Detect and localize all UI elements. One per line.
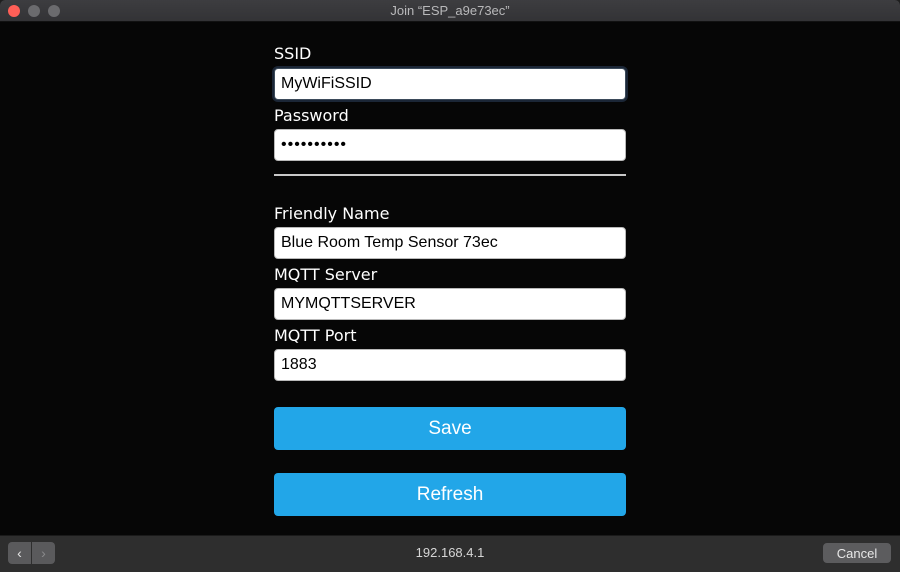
friendly-name-label: Friendly Name <box>274 204 390 223</box>
mqtt-port-label: MQTT Port <box>274 326 357 345</box>
ssid-label: SSID <box>274 44 312 63</box>
address-label: 192.168.4.1 <box>415 545 485 560</box>
section-divider <box>274 174 626 176</box>
mqtt-server-label: MQTT Server <box>274 265 378 284</box>
refresh-button[interactable]: Refresh <box>274 473 626 516</box>
window-title: Join “ESP_a9e73ec” <box>390 3 510 18</box>
ssid-input[interactable] <box>274 68 626 100</box>
cancel-button[interactable]: Cancel <box>823 543 891 563</box>
page-content: SSID Password Friendly Name MQTT Server … <box>0 22 900 535</box>
bottom-toolbar: ‹ › 192.168.4.1 Cancel <box>0 535 900 572</box>
save-button[interactable]: Save <box>274 407 626 450</box>
title-bar: Join “ESP_a9e73ec” <box>0 0 900 22</box>
password-input[interactable] <box>274 129 626 161</box>
password-label: Password <box>274 106 349 125</box>
friendly-name-input[interactable] <box>274 227 626 259</box>
captive-portal-window: Join “ESP_a9e73ec” SSID Password Friendl… <box>0 0 900 572</box>
mqtt-server-input[interactable] <box>274 288 626 320</box>
mqtt-port-input[interactable] <box>274 349 626 381</box>
